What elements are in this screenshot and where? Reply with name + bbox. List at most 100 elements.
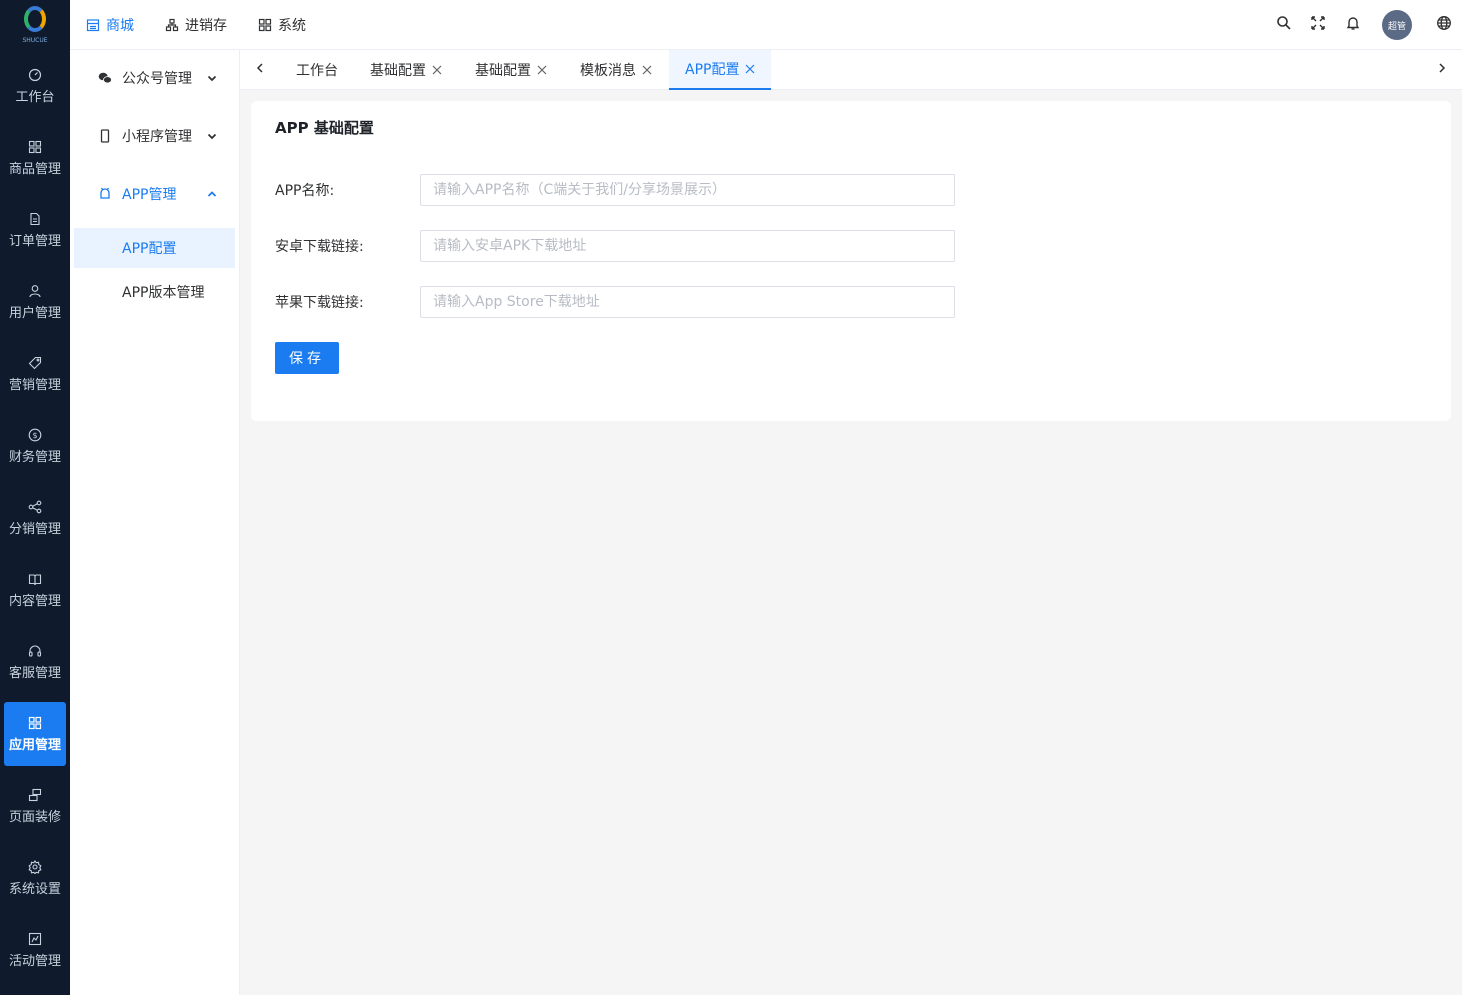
- nav-item-label: 工作台: [15, 89, 55, 105]
- sub-item-app-config[interactable]: APP配置: [74, 228, 235, 268]
- tabs-scroll-right-button[interactable]: [1432, 50, 1452, 90]
- system-icon: [258, 18, 272, 32]
- close-icon[interactable]: [432, 65, 442, 75]
- sub-group-label: 公众号管理: [122, 71, 192, 87]
- nav-item-activities[interactable]: 活动管理: [4, 918, 66, 982]
- nav-item-marketing[interactable]: 营销管理: [4, 342, 66, 406]
- nav-item-products[interactable]: 商品管理: [4, 126, 66, 190]
- notification-button[interactable]: [1345, 0, 1361, 50]
- android-icon: [98, 187, 112, 201]
- layout-icon: [28, 788, 42, 802]
- user-icon: [28, 284, 42, 298]
- nav-item-service[interactable]: 客服管理: [4, 630, 66, 694]
- wechat-icon: [98, 71, 112, 85]
- close-icon[interactable]: [537, 65, 547, 75]
- app-name-label: APP名称:: [275, 183, 335, 199]
- sub-group-label: APP管理: [122, 187, 177, 203]
- nav-item-label: 用户管理: [8, 305, 61, 321]
- svg-text:$: $: [32, 431, 37, 440]
- card-title: APP 基础配置: [275, 119, 374, 137]
- nav-item-decoration[interactable]: 页面装修: [4, 774, 66, 838]
- sub-item-app-version[interactable]: APP版本管理: [74, 272, 235, 312]
- tab-app-config[interactable]: APP配置: [669, 50, 771, 90]
- phone-icon: [98, 129, 112, 143]
- nav-item-label: 分销管理: [8, 521, 61, 537]
- sub-group-app[interactable]: APP管理: [70, 172, 240, 216]
- nav-item-label: 系统设置: [8, 881, 61, 897]
- nav-item-workbench[interactable]: 工作台: [4, 54, 66, 118]
- topmenu-mall[interactable]: 商城: [86, 0, 134, 50]
- dollar-icon: $: [28, 428, 42, 442]
- android-link-input[interactable]: [420, 230, 955, 262]
- nav-item-orders[interactable]: 订单管理: [4, 198, 66, 262]
- tab-template-message[interactable]: 模板消息: [580, 50, 652, 90]
- nav-item-apps[interactable]: 应用管理: [4, 702, 66, 766]
- topmenu-system[interactable]: 系统: [258, 0, 306, 50]
- nav-item-label: 商品管理: [8, 161, 61, 177]
- apps-icon: [28, 716, 42, 730]
- dashboard-icon: [28, 68, 42, 82]
- tab-label: 基础配置: [475, 63, 531, 79]
- chevron-down-icon: [206, 72, 218, 84]
- store-icon: [86, 18, 100, 32]
- close-icon[interactable]: [642, 65, 652, 75]
- logo-icon: SHUCUE: [20, 6, 50, 44]
- android-link-label: 安卓下载链接:: [275, 239, 364, 255]
- nav-item-content[interactable]: 内容管理: [4, 558, 66, 622]
- sub-sidebar: 公众号管理 小程序管理 APP管理 APP配置 APP版本管理: [70, 50, 240, 995]
- topmenu-label: 系统: [278, 18, 306, 34]
- nav-item-label: 订单管理: [8, 233, 61, 249]
- headset-icon: [28, 644, 42, 658]
- logo[interactable]: SHUCUE: [0, 0, 70, 50]
- tab-label: APP配置: [685, 62, 740, 78]
- save-button[interactable]: 保存: [275, 342, 339, 374]
- topmenu-label: 商城: [106, 18, 134, 34]
- sub-group-label: 小程序管理: [122, 129, 192, 145]
- tab-label: 工作台: [296, 63, 338, 79]
- topmenu-label: 进销存: [185, 18, 227, 34]
- hierarchy-icon: [165, 18, 179, 32]
- nav-item-label: 客服管理: [8, 665, 61, 681]
- sub-group-miniprogram[interactable]: 小程序管理: [70, 114, 240, 158]
- avatar: 超管: [1382, 10, 1412, 40]
- nav-item-settings[interactable]: 系统设置: [4, 846, 66, 910]
- chevron-up-icon: [206, 188, 218, 200]
- nav-item-label: 页面装修: [8, 809, 61, 825]
- ios-link-label: 苹果下载链接:: [275, 295, 364, 311]
- nav-item-label: 应用管理: [8, 737, 61, 753]
- ios-link-input[interactable]: [420, 286, 955, 318]
- nav-item-label: 内容管理: [8, 593, 61, 609]
- tab-label: 模板消息: [580, 63, 636, 79]
- search-button[interactable]: [1276, 0, 1292, 50]
- logo-text: SHUCUE: [22, 37, 48, 44]
- language-button[interactable]: [1436, 0, 1452, 50]
- user-avatar-button[interactable]: 超管: [1382, 0, 1412, 50]
- topmenu-inventory[interactable]: 进销存: [165, 0, 227, 50]
- nav-item-label: 财务管理: [8, 449, 61, 465]
- tag-icon: [28, 356, 42, 370]
- chevron-right-icon: [1436, 62, 1448, 78]
- chevron-left-icon: [254, 62, 266, 78]
- left-nav: SHUCUE 工作台 商品管理 订单管理 用户管理 营销管理 $ 财务管理 分销…: [0, 0, 70, 995]
- tab-workbench[interactable]: 工作台: [296, 50, 338, 90]
- sub-group-wechat[interactable]: 公众号管理: [70, 56, 240, 100]
- top-bar: 商城 进销存 系统 超管: [70, 0, 1462, 50]
- chevron-down-icon: [206, 130, 218, 142]
- tab-basic-config-1[interactable]: 基础配置: [370, 50, 442, 90]
- fullscreen-icon: [1310, 15, 1326, 35]
- globe-icon: [1436, 15, 1452, 35]
- app-config-card: APP 基础配置 APP名称: 安卓下载链接: 苹果下载链接: 保存: [251, 101, 1451, 421]
- tabs-scroll-left-button[interactable]: [250, 50, 270, 90]
- bell-icon: [1345, 15, 1361, 35]
- nav-item-label: 营销管理: [8, 377, 61, 393]
- close-icon[interactable]: [745, 64, 755, 74]
- nav-item-users[interactable]: 用户管理: [4, 270, 66, 334]
- fullscreen-button[interactable]: [1310, 0, 1326, 50]
- tabs-bar: 工作台 基础配置 基础配置 模板消息 APP配置: [240, 50, 1462, 90]
- share-icon: [28, 500, 42, 514]
- nav-item-distribution[interactable]: 分销管理: [4, 486, 66, 550]
- app-name-input[interactable]: [420, 174, 955, 206]
- activity-icon: [28, 932, 42, 946]
- tab-basic-config-2[interactable]: 基础配置: [475, 50, 547, 90]
- nav-item-finance[interactable]: $ 财务管理: [4, 414, 66, 478]
